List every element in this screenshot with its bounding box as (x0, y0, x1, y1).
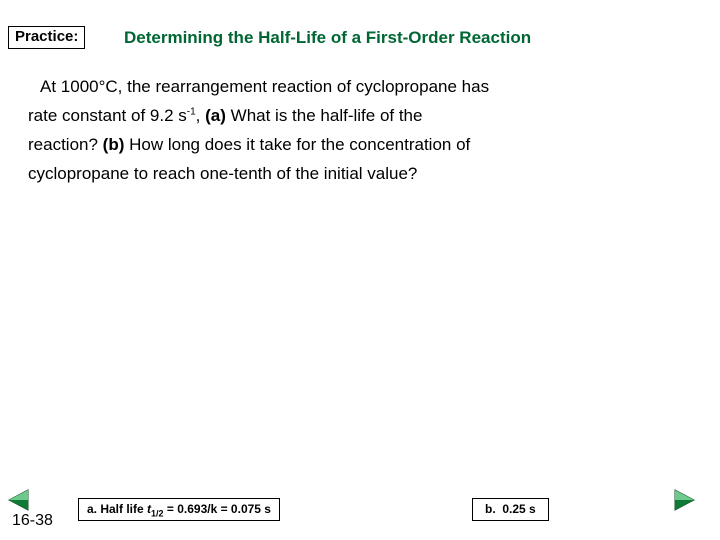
problem-line-3-b: How long does it take for the concentrat… (129, 135, 471, 154)
triangle-left-icon (7, 489, 29, 511)
answer-b-value: 0.25 s (502, 502, 536, 516)
practice-label-box: Practice: (8, 26, 86, 49)
problem-line-2-comma: , (195, 106, 201, 125)
problem-line-1: At 1000°C, the rearrangement reaction of… (40, 77, 490, 96)
answer-b-label: b. (485, 502, 496, 516)
previous-slide-button[interactable] (7, 489, 30, 511)
answer-a-prefix: a. Half life (87, 502, 148, 516)
answer-a-subscript: 1/2 (151, 508, 164, 519)
answer-b-box: b. 0.25 s (472, 498, 549, 521)
answer-a-suffix: = 0.693/k = 0.075 s (163, 502, 271, 516)
problem-line-2-a: rate constant of 9.2 s (28, 106, 187, 125)
next-slide-button[interactable] (673, 489, 696, 511)
practice-label-text: Practice: (15, 28, 79, 45)
part-b-marker: (b) (102, 135, 125, 154)
part-a-marker: (a) (205, 106, 226, 125)
problem-statement: At 1000°C, the rearrangement reaction of… (28, 72, 688, 188)
slide-number: 16-38 (12, 512, 53, 529)
answer-a-box: a. Half life t1/2 = 0.693/k = 0.075 s (78, 498, 280, 521)
triangle-right-icon (674, 489, 696, 511)
problem-line-2-c: What is the half-life of the (230, 106, 423, 125)
problem-line-3-a: reaction? (28, 135, 98, 154)
title-row: Practice: Determining the Half-Life of a… (0, 26, 720, 56)
problem-line-4: cyclopropane to reach one-tenth of the i… (28, 164, 418, 183)
page-title: Determining the Half-Life of a First-Ord… (124, 28, 532, 47)
rate-constant-exponent: -1 (186, 106, 196, 118)
